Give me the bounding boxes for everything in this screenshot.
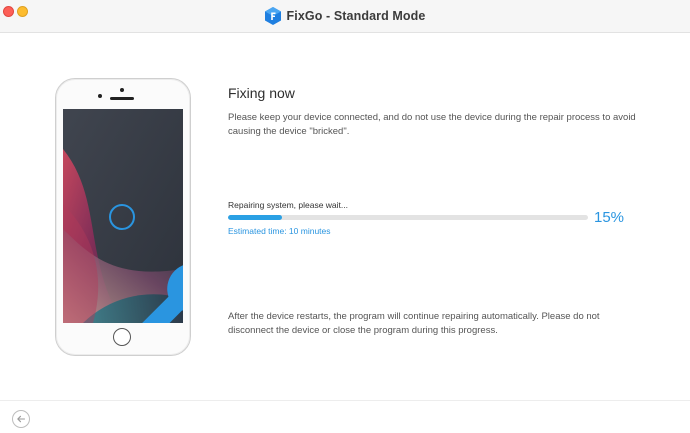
phone-sensor <box>98 94 102 98</box>
title-bar: FixGo - Standard Mode <box>0 0 690 33</box>
footer-divider <box>0 400 690 401</box>
window-title: FixGo - Standard Mode <box>286 9 426 23</box>
device-illustration <box>55 78 191 356</box>
phone-screen <box>63 109 183 323</box>
progress-percentage: 15% <box>594 209 625 226</box>
progress-bar <box>228 215 588 220</box>
back-arrow-icon <box>17 415 26 423</box>
page-title: Fixing now <box>228 85 295 101</box>
fixgo-logo-icon <box>264 7 281 25</box>
progress-bar-fill <box>228 215 282 220</box>
phone-home-button <box>113 328 131 346</box>
back-button[interactable] <box>12 410 30 428</box>
estimated-time: Estimated time: 10 minutes <box>228 226 331 236</box>
phone-camera <box>120 88 124 92</box>
restart-notice: After the device restarts, the program w… <box>228 311 600 336</box>
repair-status-badge <box>109 204 183 323</box>
window-title-group: FixGo - Standard Mode <box>0 0 690 32</box>
repair-instructions: Please keep your device connected, and d… <box>228 112 636 137</box>
phone-speaker <box>110 97 134 100</box>
repair-status-text: Repairing system, please wait... <box>228 200 348 210</box>
wrench-icon <box>142 265 183 323</box>
